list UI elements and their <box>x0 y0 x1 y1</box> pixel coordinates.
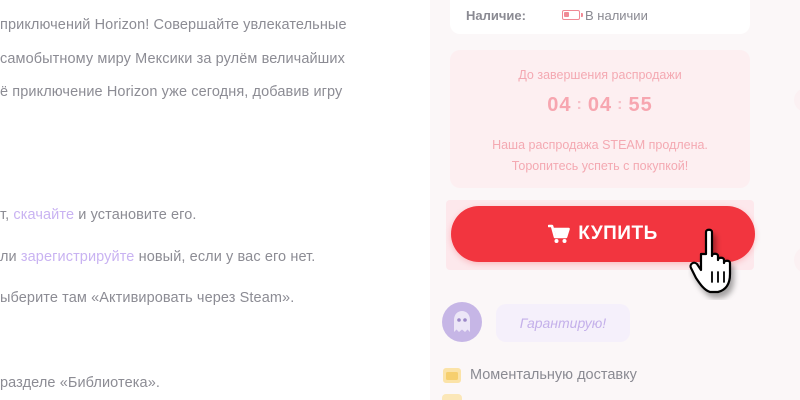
article-line: самобытному миру Мексики за рулём велича… <box>0 51 345 67</box>
article-text: и установите его. <box>74 207 197 223</box>
article-text: приключений Horizon! Совершайте увлекате… <box>0 0 410 400</box>
ghost-avatar <box>442 302 482 342</box>
download-link[interactable]: скачайте <box>13 207 74 223</box>
timer-separator: : <box>617 96 624 113</box>
article-line: разделе «Библиотека». <box>0 375 160 391</box>
article-text: т, <box>0 207 14 223</box>
feature-delivery: Моментальную доставку <box>470 367 637 383</box>
stock-label: Наличие: <box>466 8 526 23</box>
buy-button-label: КУПИТЬ <box>578 223 658 244</box>
timer-seconds: 55 <box>628 94 653 116</box>
article-line-download: т, скачайте и установите его. <box>0 207 197 223</box>
hand-cursor-icon <box>689 228 732 294</box>
sale-note: Наша распродажа STEAM продлена. Торопите… <box>450 135 750 177</box>
battery-icon <box>562 10 583 20</box>
timer-separator: : <box>576 96 583 113</box>
timer-minutes: 04 <box>587 94 613 116</box>
sale-note-line: Наша распродажа STEAM продлена. <box>492 138 708 152</box>
article-line: приключений Horizon! Совершайте увлекате… <box>0 17 347 33</box>
article-line-register: ли зарегистрируйте новый, если у вас его… <box>0 249 315 265</box>
guarantee-bubble: Гарантирую! <box>496 304 630 342</box>
stock-value: В наличии <box>585 8 648 23</box>
ghost-icon <box>454 311 470 332</box>
decorative-shape <box>794 89 800 272</box>
sale-countdown-card: До завершения распродажи 04:04:55 Наша р… <box>450 50 750 188</box>
article-line: ыберите там «Активировать через Steam». <box>0 290 295 306</box>
stock-card: Наличие: В наличии <box>450 0 750 34</box>
cart-icon <box>548 224 571 243</box>
delivery-icon <box>443 368 461 383</box>
article-text: новый, если у вас его нет. <box>134 249 316 265</box>
article-text: ли <box>0 249 21 265</box>
countdown-timer: 04:04:55 <box>450 94 750 117</box>
sale-note-line: Торопитесь успеть с покупкой! <box>511 159 689 173</box>
timer-hours: 04 <box>547 94 572 116</box>
register-link[interactable]: зарегистрируйте <box>21 249 135 265</box>
sale-title: До завершения распродажи <box>518 68 682 82</box>
feature-icon <box>442 394 462 400</box>
article-line: ё приключение Horizon уже сегодня, добав… <box>0 84 343 100</box>
